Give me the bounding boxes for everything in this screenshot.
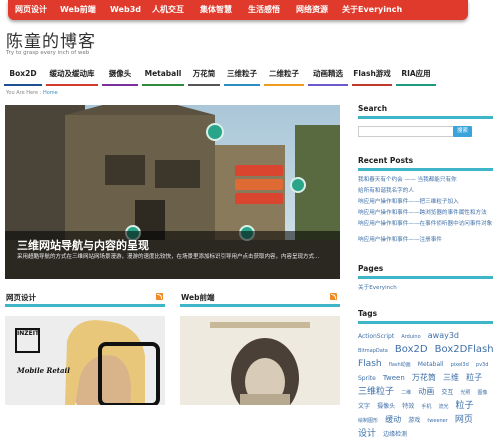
tag-cloud: ActionScript Arduino away3d BitmapData B… xyxy=(358,328,496,440)
featured-slider[interactable]: 三维网站导航与内容的呈现 采用超酷导航的方式在三维网站网场景漫游，漫游的速度比较… xyxy=(5,105,340,279)
tag-link[interactable]: 文字 xyxy=(358,403,370,410)
rss-icon[interactable] xyxy=(330,293,337,300)
tag-link[interactable]: Flash xyxy=(358,359,382,369)
breadcrumb-home-link[interactable]: Home xyxy=(43,90,58,96)
breadcrumb: You Are Here : Home xyxy=(6,90,58,96)
main-nav-item[interactable]: Flash游戏 xyxy=(352,64,392,86)
tag-link[interactable]: 动画 xyxy=(418,387,434,396)
rss-icon[interactable] xyxy=(156,293,163,300)
sidebar-divider xyxy=(358,168,493,171)
tag-link[interactable]: Box2D xyxy=(395,344,428,355)
main-nav-item[interactable]: 缓动及缓动库 xyxy=(46,64,98,86)
recent-post-link[interactable]: 响应用户操作和事件——注册事件 xyxy=(358,236,442,244)
section-title-web-design[interactable]: 网页设计 xyxy=(6,292,36,303)
tag-link[interactable]: pv3d xyxy=(476,362,489,368)
post-thumbnail[interactable] xyxy=(180,316,340,405)
top-nav-item[interactable]: 集体智慧 xyxy=(200,4,232,16)
slider-caption: 三维网站导航与内容的呈现 采用超酷导航的方式在三维网站网场景漫游，漫游的速度比较… xyxy=(5,231,340,279)
tag-link[interactable]: Sprite xyxy=(358,375,376,382)
tag-link[interactable]: 缓动 xyxy=(385,415,401,424)
site-title[interactable]: 陈童的博客 xyxy=(6,27,96,52)
tag-link[interactable]: 粒子 xyxy=(466,373,482,382)
top-nav-item[interactable]: Web前端 xyxy=(60,4,96,16)
breadcrumb-prefix: You Are Here : xyxy=(6,90,42,96)
sidebar-tags-title: Tags xyxy=(358,309,378,318)
tag-link[interactable]: 交互 xyxy=(441,389,453,396)
tag-link[interactable]: 边缘检测 xyxy=(383,431,407,438)
main-nav-item[interactable]: 摄像头 xyxy=(102,64,138,86)
tag-link[interactable]: 图像 xyxy=(478,390,488,396)
recent-post-link[interactable]: 我和春天有个约会 —— 当我都能只有你 xyxy=(358,176,457,184)
tag-link[interactable]: 设计 xyxy=(358,429,376,439)
thumbnail-caption: Mobile Retail xyxy=(17,366,70,375)
tag-link[interactable]: Metaball xyxy=(418,361,444,368)
top-nav: 网页设计 Web前端 Web3d 人机交互 集体智慧 生活感悟 网络资源 关于E… xyxy=(0,0,500,20)
tag-link[interactable]: 万花筒 xyxy=(412,373,436,382)
search-input[interactable] xyxy=(358,126,456,137)
tag-link[interactable]: pixel3d xyxy=(451,362,469,368)
recent-post-link[interactable]: 响应用户操作和事件——跨浏览器的事件属性和方法 xyxy=(358,209,487,217)
tag-link[interactable]: 光照 xyxy=(460,390,470,396)
sidebar-divider xyxy=(358,276,493,279)
tag-link[interactable]: Arduino xyxy=(401,334,420,340)
main-nav-item[interactable]: 三维粒子 xyxy=(224,64,260,86)
main-nav: Box2D 缓动及缓动库 摄像头 Metaball 万花筒 三维粒子 二维粒子 … xyxy=(0,64,500,86)
top-nav-item[interactable]: 关于Everyinch xyxy=(342,4,402,16)
main-nav-item[interactable]: 二维粒子 xyxy=(264,64,304,86)
tag-link[interactable]: 绘制图形 xyxy=(358,418,378,424)
tag-link[interactable]: flash动画 xyxy=(389,362,411,368)
sidebar-divider xyxy=(358,116,493,119)
top-nav-item[interactable]: Web3d xyxy=(110,4,141,16)
main-nav-item[interactable]: 万花筒 xyxy=(188,64,220,86)
search-button[interactable]: 搜索 xyxy=(453,126,472,137)
slider-title[interactable]: 三维网站导航与内容的呈现 xyxy=(17,237,149,253)
main-nav-item[interactable]: Metaball xyxy=(142,64,184,86)
tag-link[interactable]: Tween xyxy=(383,374,405,382)
top-nav-item[interactable]: 人机交互 xyxy=(152,4,184,16)
tag-link[interactable]: tweener xyxy=(427,418,448,424)
tag-link[interactable]: 网页 xyxy=(455,415,473,425)
top-nav-item[interactable]: 网络资源 xyxy=(296,4,328,16)
sidebar-search-title: Search xyxy=(358,104,388,113)
main-nav-item[interactable]: Box2D xyxy=(4,64,42,86)
tag-link[interactable]: Box2DFlash xyxy=(435,344,494,355)
tag-link[interactable]: 二维 xyxy=(401,390,411,396)
sidebar-recent-title: Recent Posts xyxy=(358,156,414,165)
tag-link[interactable]: ActionScript xyxy=(358,333,394,340)
tag-link[interactable]: 粒子 xyxy=(456,401,474,411)
thumbnail-image xyxy=(210,322,310,405)
section-title-web-front[interactable]: Web前端 xyxy=(181,292,214,303)
page-link[interactable]: 关于Everyinch xyxy=(358,284,397,292)
recent-post-link[interactable]: 给所有和谐我名字的人 xyxy=(358,187,414,195)
sidebar-pages-title: Pages xyxy=(358,264,384,273)
site-tagline: Try to grasp every inch of web xyxy=(6,50,90,56)
slider-excerpt: 采用超酷导航的方式在三维网站网场景漫游，漫游的速度比较快，在场景里添加标识引导用… xyxy=(17,254,320,260)
top-nav-item[interactable]: 网页设计 xyxy=(15,4,47,16)
section-divider xyxy=(5,304,165,307)
top-nav-item[interactable]: 生活感悟 xyxy=(248,4,280,16)
tag-link[interactable]: away3d xyxy=(428,331,459,340)
tag-link[interactable]: 三维 xyxy=(443,373,459,382)
tag-link[interactable]: 游戏 xyxy=(408,417,420,424)
tag-link[interactable]: BitmapData xyxy=(358,348,388,354)
main-nav-item[interactable]: RIA应用 xyxy=(396,64,436,86)
brand-logo: INZEIT xyxy=(15,328,40,353)
recent-post-link[interactable]: 响应用户操作和事件——把三维粒子加入 xyxy=(358,198,459,206)
recent-post-link[interactable]: 响应用户操作和事件——在事件侦听器中访问事件对象 xyxy=(358,220,496,228)
tag-link[interactable]: 特效 xyxy=(402,403,414,410)
main-nav-item[interactable]: 动画精选 xyxy=(308,64,348,86)
tag-link[interactable]: 摄像头 xyxy=(377,403,395,410)
tag-link[interactable]: 三维粒子 xyxy=(358,387,394,397)
section-divider xyxy=(180,304,340,307)
